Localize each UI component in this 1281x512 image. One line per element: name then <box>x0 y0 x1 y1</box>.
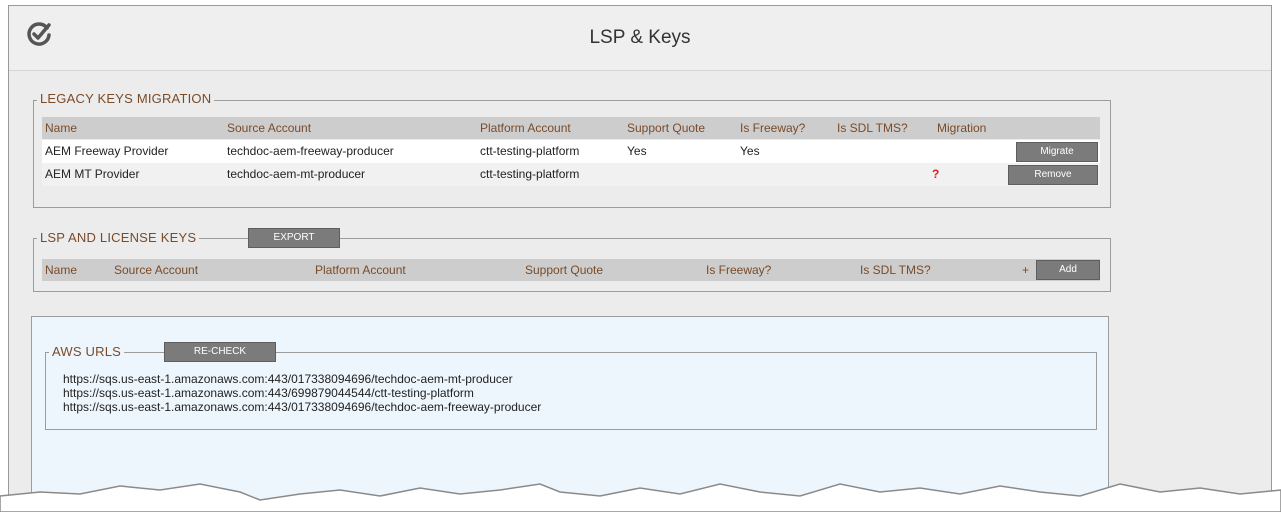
col-platform-account: Platform Account <box>315 263 406 277</box>
col-is-sdl-tms: Is SDL TMS? <box>837 121 908 135</box>
legacy-keys-legend: LEGACY KEYS MIGRATION <box>37 91 215 106</box>
torn-edge <box>0 483 1281 512</box>
row-name: AEM Freeway Provider <box>45 144 169 158</box>
legacy-table-header: Name Source Account Platform Account Sup… <box>42 117 1100 139</box>
aws-url-3: https://sqs.us-east-1.amazonaws.com:443/… <box>63 400 542 414</box>
lsp-table-header: Name Source Account Platform Account Sup… <box>42 259 1100 281</box>
row-name: AEM MT Provider <box>45 167 140 181</box>
row-support-quote: Yes <box>627 144 647 158</box>
col-is-freeway: Is Freeway? <box>706 263 772 277</box>
lsp-license-keys-section: LSP AND LICENSE KEYS EXPORT Name Source … <box>33 228 1111 292</box>
add-plus-icon[interactable]: + <box>1022 259 1029 281</box>
col-name: Name <box>45 263 78 277</box>
row-platform: ctt-testing-platform <box>480 144 580 158</box>
aws-url-2: https://sqs.us-east-1.amazonaws.com:443/… <box>63 386 474 400</box>
col-migration: Migration <box>937 121 987 135</box>
app-window: LSP & Keys LEGACY KEYS MIGRATION Name So… <box>8 5 1272 505</box>
col-support-quote: Support Quote <box>525 263 604 277</box>
remove-button[interactable]: Remove <box>1008 165 1098 185</box>
col-name: Name <box>45 121 78 135</box>
aws-url-1: https://sqs.us-east-1.amazonaws.com:443/… <box>63 372 513 386</box>
legacy-keys-section: LEGACY KEYS MIGRATION Name Source Accoun… <box>33 91 1111 208</box>
migrate-button[interactable]: Migrate <box>1016 142 1098 162</box>
page-title: LSP & Keys <box>589 27 691 48</box>
export-button[interactable]: EXPORT <box>248 228 340 248</box>
table-row: AEM Freeway Provider techdoc-aem-freeway… <box>42 140 1100 163</box>
col-support-quote: Support Quote <box>627 121 706 135</box>
col-source-account: Source Account <box>227 121 312 135</box>
header-bar: LSP & Keys <box>9 6 1271 71</box>
migration-warning-icon[interactable]: ? <box>932 163 939 185</box>
row-source: techdoc-aem-freeway-producer <box>227 144 394 158</box>
table-row: AEM MT Provider techdoc-aem-mt-producer … <box>42 163 1100 186</box>
recheck-button[interactable]: RE-CHECK <box>164 342 276 362</box>
aws-urls-legend: AWS URLS <box>49 344 125 359</box>
col-is-sdl-tms: Is SDL TMS? <box>860 263 931 277</box>
add-button[interactable]: Add <box>1036 260 1100 280</box>
row-source: techdoc-aem-mt-producer <box>227 167 366 181</box>
row-freeway: Yes <box>740 144 760 158</box>
col-platform-account: Platform Account <box>480 121 571 135</box>
row-platform: ctt-testing-platform <box>480 167 580 181</box>
col-is-freeway: Is Freeway? <box>740 121 806 135</box>
lsp-keys-legend: LSP AND LICENSE KEYS <box>37 230 200 245</box>
col-source-account: Source Account <box>114 263 199 277</box>
